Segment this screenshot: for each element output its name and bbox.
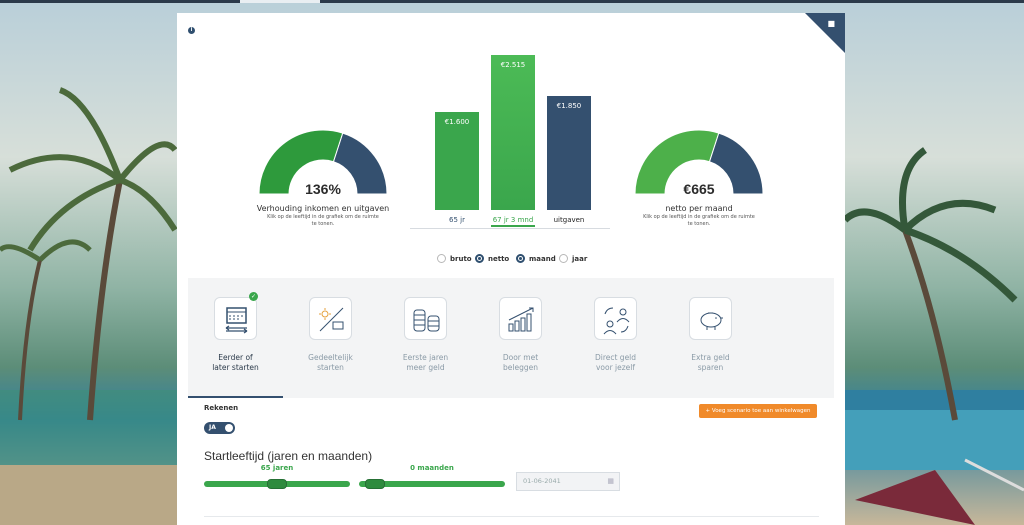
bar-chart[interactable]: €1.600 €2.515 €1.850 — [435, 50, 591, 210]
rekenen-toggle[interactable]: JA — [204, 422, 235, 434]
radio-netto-label: netto — [488, 254, 510, 263]
bar-category-label[interactable]: uitgaven — [547, 216, 591, 224]
bar-2[interactable]: €1.850 — [547, 96, 591, 210]
rekenen-label: Rekenen — [204, 404, 239, 412]
radio-row: bruto netto maand jaar — [177, 254, 845, 266]
person-exchange-icon — [594, 297, 637, 340]
tab-label-line2: later starten — [212, 363, 259, 372]
main-panel: i ■ 136% Verhouding inkomen en uitgaven … — [177, 13, 845, 525]
tab-label: Eerste jaren meer geld — [378, 353, 473, 373]
calendar-icon — [214, 297, 257, 340]
tab-label: Extra geld sparen — [663, 353, 758, 373]
gauge-left-note: Klik op de leeftijd in de grafiek om de … — [267, 214, 379, 227]
info-icon[interactable]: i — [188, 27, 195, 34]
radio-jaar-dot[interactable] — [559, 254, 568, 263]
start-age-title: Startleeftijd (jaren en maanden) — [204, 449, 373, 463]
start-date-field[interactable]: 01-06-2041 ▦ — [516, 472, 620, 491]
tab-label-line2: starten — [317, 363, 344, 372]
tab-extra-geld[interactable]: Extra geld sparen — [663, 278, 758, 398]
radio-netto[interactable]: netto — [475, 254, 509, 263]
top-bar — [0, 0, 1024, 3]
gauge-left-value: 136% — [305, 181, 341, 197]
divider — [204, 516, 819, 517]
radio-maand-dot[interactable] — [516, 254, 525, 263]
gauge-right-label: netto per maand — [665, 204, 733, 213]
start-date-placeholder: 01-06-2041 — [523, 477, 561, 485]
tab-label-line1: Gedeeltelijk — [308, 353, 353, 362]
months-slider-handle[interactable] — [365, 479, 385, 489]
bar-chart-baseline — [410, 228, 610, 229]
cart-icon[interactable]: ■ — [827, 19, 835, 28]
tab-label-line1: Door met — [502, 353, 539, 362]
radio-maand-label: maand — [529, 254, 556, 263]
coin-stack-icon — [404, 297, 447, 340]
bar-value-label: €1.600 — [444, 117, 470, 126]
years-slider-handle[interactable] — [267, 479, 287, 489]
years-value: 65 jaren — [260, 464, 294, 472]
tab-label: Eerder of later starten — [188, 353, 283, 373]
top-bar-tab[interactable] — [240, 0, 320, 3]
tab-door-beleggen[interactable]: Door met beleggen — [473, 278, 568, 398]
radio-bruto[interactable]: bruto — [437, 254, 472, 263]
tab-gedeeltelijk[interactable]: Gedeeltelijk starten — [283, 278, 378, 398]
bar-1[interactable]: €2.515 — [491, 55, 535, 210]
growth-chart-icon — [499, 297, 542, 340]
radio-jaar-label: jaar — [572, 254, 588, 263]
tab-eerder-later[interactable]: ✓ Eerder of later starten — [188, 278, 283, 398]
sun-briefcase-icon — [309, 297, 352, 340]
toggle-label: JA — [209, 424, 216, 431]
radio-netto-dot[interactable] — [475, 254, 484, 263]
bar-category-label[interactable]: 67 jr 3 mnd — [491, 216, 535, 227]
cart-corner[interactable] — [805, 13, 845, 53]
radio-bruto-dot[interactable] — [437, 254, 446, 263]
bar-0[interactable]: €1.600 — [435, 111, 479, 210]
tab-label-line2: voor jezelf — [595, 363, 636, 372]
gauge-right-note: Klik op de leeftijd in de grafiek om de … — [643, 214, 755, 227]
radio-maand[interactable]: maand — [516, 254, 556, 263]
tab-label: Door met beleggen — [473, 353, 568, 373]
tab-direct-geld[interactable]: Direct geld voor jezelf — [568, 278, 663, 398]
background-palm-left — [0, 87, 177, 525]
piggy-bank-icon — [689, 297, 732, 340]
months-value: 0 maanden — [410, 464, 454, 472]
radio-bruto-label: bruto — [450, 254, 472, 263]
tab-label: Direct geld voor jezelf — [568, 353, 663, 373]
bar-category-label[interactable]: 65 jr — [435, 216, 479, 224]
calendar-small-icon[interactable]: ▦ — [607, 473, 614, 490]
background-palm-right — [845, 147, 1024, 525]
tab-label: Gedeeltelijk starten — [283, 353, 378, 373]
gauge-left-label: Verhouding inkomen en uitgaven — [256, 204, 390, 213]
tab-label-line1: Eerder of — [218, 353, 253, 362]
tab-label-line1: Extra geld — [691, 353, 730, 362]
tab-label-line2: sparen — [697, 363, 724, 372]
tab-label-line2: meer geld — [406, 363, 445, 372]
bar-value-label: €1.850 — [556, 102, 582, 111]
bar-value-label: €2.515 — [500, 61, 526, 70]
tab-label-line1: Eerste jaren — [402, 353, 449, 362]
radio-jaar[interactable]: jaar — [559, 254, 587, 263]
check-icon: ✓ — [249, 292, 258, 301]
tab-eerste-jaren[interactable]: Eerste jaren meer geld — [378, 278, 473, 398]
bar-chart-categories: 65 jr 67 jr 3 mnd uitgaven — [435, 216, 591, 228]
toggle-knob[interactable] — [225, 424, 233, 432]
feature-tabs: ✓ Eerder of later starten Gedeeltelijk sta… — [188, 278, 834, 398]
gauge-right-value: €665 — [683, 181, 715, 197]
add-scenario-button[interactable]: + Voeg scenario toe aan winkelwagen — [699, 404, 817, 418]
tab-label-line2: beleggen — [503, 363, 538, 372]
tab-label-line1: Direct geld — [594, 353, 637, 362]
